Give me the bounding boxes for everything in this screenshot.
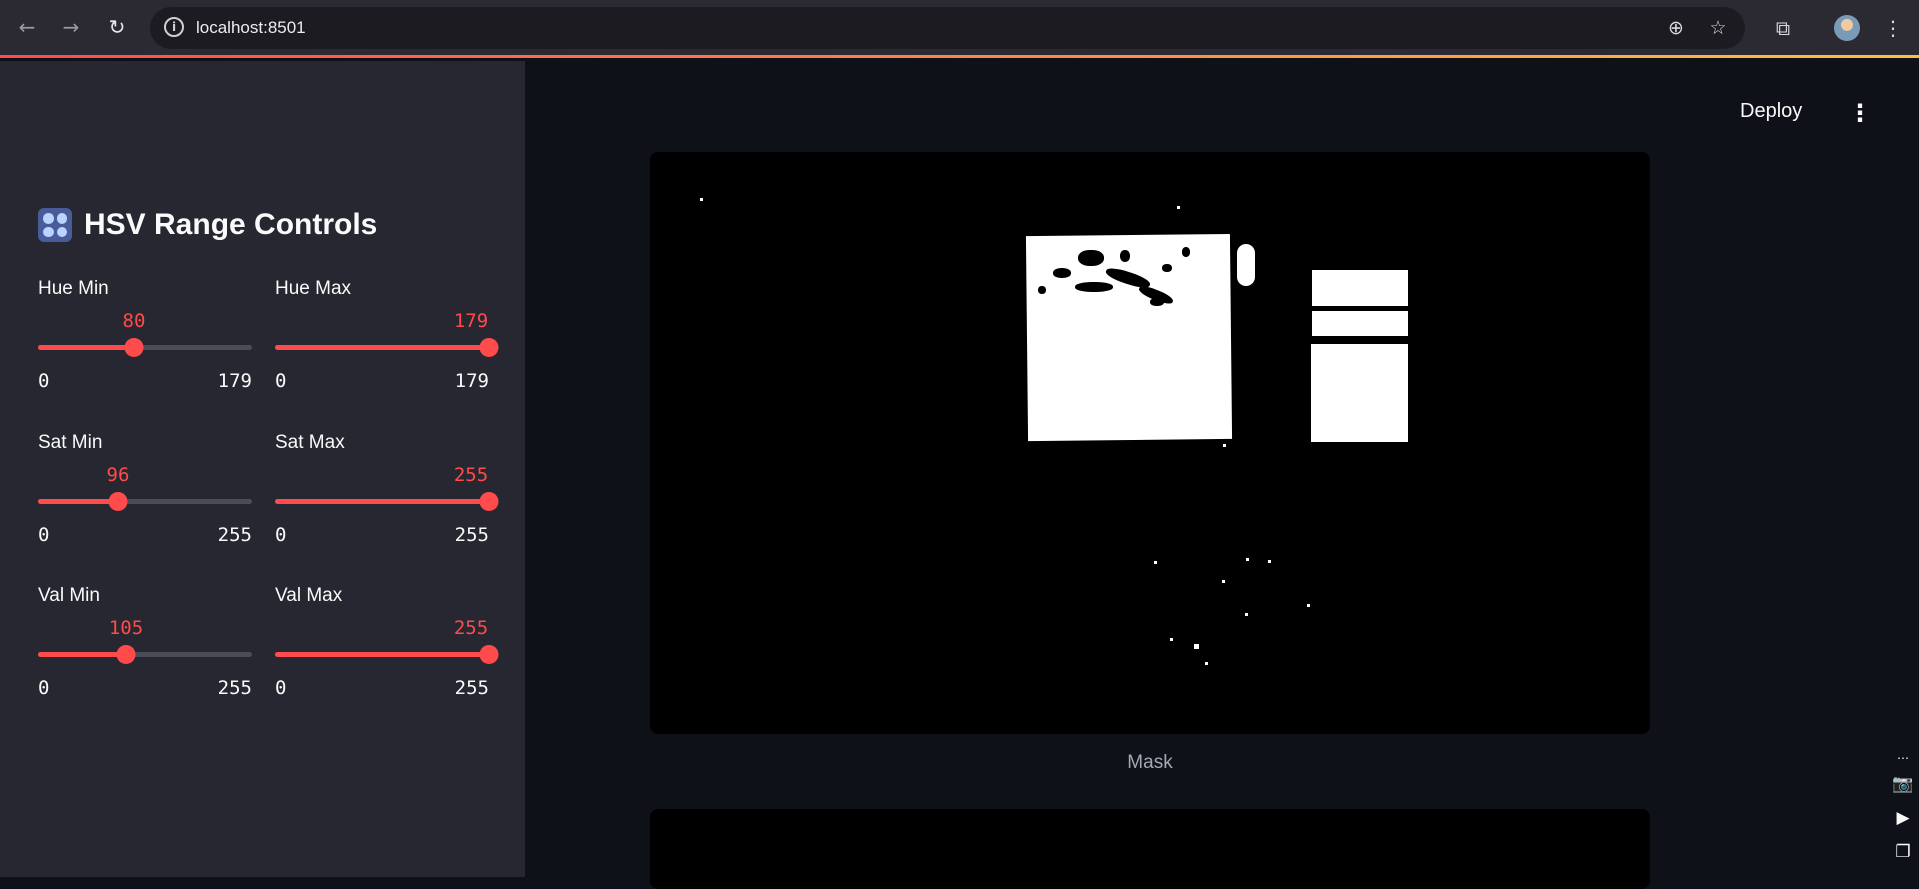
profile-avatar[interactable] [1834, 15, 1860, 41]
back-icon[interactable]: ← [14, 14, 40, 40]
mask-speck [1245, 613, 1248, 616]
slider-max-label: 179 [217, 370, 252, 392]
slider-fill [38, 652, 126, 657]
mask-speck [1205, 662, 1208, 665]
slider-label: Sat Min [38, 432, 103, 453]
mask-region [1311, 344, 1408, 442]
mask-hole [1038, 286, 1046, 294]
browser-menu-icon[interactable]: ⋮ [1879, 14, 1907, 42]
mask-speck [1246, 558, 1249, 561]
slider-thumb[interactable] [479, 338, 499, 357]
mask-region [1025, 233, 1233, 442]
bookmark-star-icon[interactable]: ☆ [1706, 16, 1730, 40]
slider-max-label: 255 [454, 524, 489, 546]
app-accent-line [0, 55, 1919, 58]
slider-thumb[interactable] [108, 492, 128, 511]
slider-value: 80 [122, 310, 146, 332]
slider-label: Sat Max [275, 432, 345, 453]
slider-hue-min: Hue Min 80 0 179 [38, 278, 252, 398]
mask-hole [1075, 282, 1113, 292]
extensions-icon[interactable]: ⧉ [1769, 14, 1797, 42]
mask-region [1312, 270, 1408, 336]
slider-thumb[interactable] [479, 492, 499, 511]
slider-value: 96 [106, 464, 130, 486]
camera-icon[interactable]: 📷 [1890, 772, 1916, 796]
slider-max-label: 255 [217, 524, 252, 546]
forward-icon[interactable]: → [58, 14, 84, 40]
mask-speck [1307, 604, 1310, 607]
slider-fill [38, 499, 118, 504]
mask-hole [1162, 264, 1172, 272]
video-icon[interactable]: ▶ [1890, 806, 1916, 830]
slider-thumb[interactable] [116, 645, 136, 664]
mask-hole [1078, 250, 1104, 266]
mask-hole [1150, 298, 1164, 306]
slider-fill [275, 652, 489, 657]
slider-label: Val Max [275, 585, 343, 606]
mask-speck [700, 198, 703, 201]
slider-min-label: 0 [38, 524, 50, 546]
mask-speck [1154, 561, 1157, 564]
slider-label: Hue Max [275, 278, 352, 299]
slider-label: Hue Min [38, 278, 109, 299]
mask-speck [1177, 206, 1180, 209]
slider-min-label: 0 [38, 677, 50, 699]
slider-val-min: Val Min 105 0 255 [38, 585, 252, 705]
slider-min-label: 0 [38, 370, 50, 392]
slider-track[interactable] [38, 645, 252, 664]
slider-sat-min: Sat Min 96 0 255 [38, 432, 252, 552]
slider-track[interactable] [38, 492, 252, 511]
mask-region [1237, 244, 1255, 286]
sidebar: HSV Range Controls Hue Min 80 0 179 Hue … [0, 61, 525, 877]
mask-hole [1053, 268, 1071, 278]
mask-hole [1312, 306, 1408, 311]
slider-thumb[interactable] [124, 338, 144, 357]
app-menu-icon[interactable]: ⋮ [1848, 100, 1872, 126]
slider-value: 255 [453, 464, 489, 486]
slider-max-label: 255 [217, 677, 252, 699]
zoom-icon[interactable]: ⊕ [1664, 16, 1688, 40]
mask-speck [1268, 560, 1271, 563]
more-tools-icon[interactable]: ⋯ [1890, 746, 1916, 770]
address-bar[interactable]: i localhost:8501 ⊕ ☆ [150, 7, 1745, 49]
slider-value: 105 [108, 617, 144, 639]
url-text[interactable]: localhost:8501 [196, 18, 306, 38]
slider-max-label: 255 [454, 677, 489, 699]
slider-value: 179 [453, 310, 489, 332]
mask-hole [1182, 247, 1190, 257]
site-info-icon[interactable]: i [164, 17, 184, 37]
slider-sat-max: Sat Max 255 0 255 [275, 432, 499, 552]
slider-track[interactable] [275, 645, 499, 664]
mask-hole [1120, 250, 1130, 262]
slider-min-label: 0 [275, 677, 287, 699]
mask-speck [1222, 580, 1225, 583]
window-icon[interactable]: ❐ [1890, 840, 1916, 864]
slider-value: 255 [453, 617, 489, 639]
slider-fill [275, 499, 489, 504]
mask-speck [1223, 444, 1226, 447]
slider-thumb[interactable] [479, 645, 499, 664]
slider-track[interactable] [38, 338, 252, 357]
control-knobs-icon [38, 208, 72, 242]
slider-fill [275, 345, 489, 350]
slider-label: Val Min [38, 585, 100, 606]
mask-speck [1170, 638, 1173, 641]
slider-hue-max: Hue Max 179 0 179 [275, 278, 499, 398]
second-image [650, 809, 1650, 889]
deploy-button[interactable]: Deploy [1740, 100, 1802, 123]
slider-track[interactable] [275, 492, 499, 511]
mask-speck [1194, 644, 1199, 649]
sidebar-title: HSV Range Controls [38, 208, 377, 242]
slider-max-label: 179 [454, 370, 489, 392]
slider-track[interactable] [275, 338, 499, 357]
reload-icon[interactable]: ↻ [104, 14, 130, 40]
slider-val-max: Val Max 255 0 255 [275, 585, 499, 705]
image-caption: Mask [1127, 752, 1173, 773]
slider-min-label: 0 [275, 524, 287, 546]
browser-toolbar: ← → ↻ i localhost:8501 ⊕ ☆ ⧉ ⋮ [0, 0, 1919, 58]
slider-fill [38, 345, 134, 350]
mask-image [650, 152, 1650, 734]
slider-min-label: 0 [275, 370, 287, 392]
sidebar-title-text: HSV Range Controls [84, 208, 378, 241]
